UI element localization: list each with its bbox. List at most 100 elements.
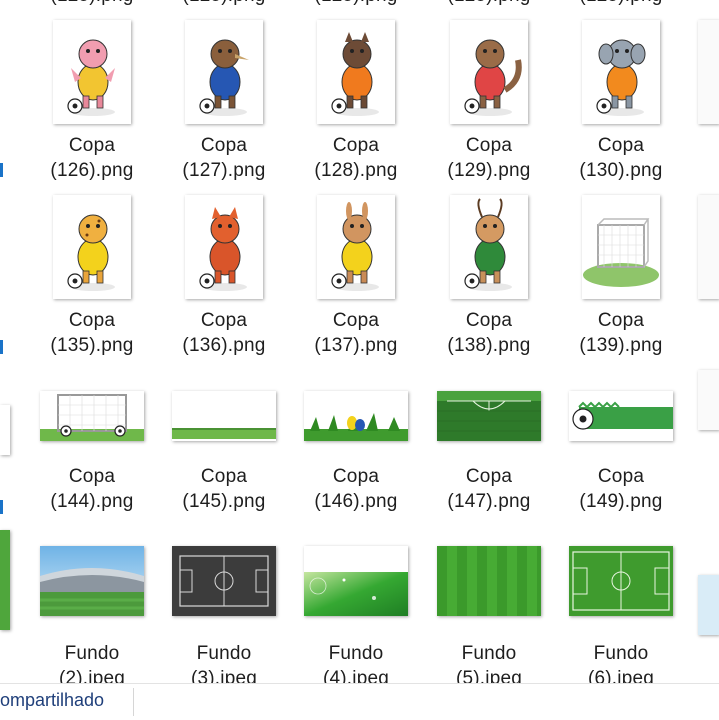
file-name-line2: (129).png [447,160,531,181]
file-name-line1: Copa [597,310,645,331]
fox-mascot-thumbnail [185,195,263,299]
grass-strip-thumbnail [172,391,276,441]
file-name-line2: (146).png [314,491,398,512]
file-item[interactable]: Fundo (6).jpeg [561,526,681,683]
file-name-line1: Copa [68,466,116,487]
file-item[interactable]: Fundo (3).jpeg [164,526,284,683]
file-name-line1: Copa [200,466,248,487]
file-item[interactable]: Copa (126).png [32,15,152,205]
file-name-line1: Fundo [328,643,384,664]
file-name: Fundo (5).jpeg [429,641,549,683]
file-name-line2: (6).jpeg [587,668,655,683]
file-name: Copa (137).png [296,308,416,358]
file-item[interactable]: Copa (147).png [429,352,549,542]
file-name-line1: Copa [465,466,513,487]
boar-mascot-thumbnail [317,20,395,124]
file-item[interactable]: Fundo (4).jpeg [296,526,416,683]
selection-edge-marker [0,163,3,177]
file-item[interactable]: Fundo (2).jpeg [32,526,152,683]
file-name-line1: Copa [332,466,380,487]
elephant-mascot-thumbnail [582,20,660,124]
partial-thumbnail [698,195,719,299]
stadium-photo-thumbnail [40,546,144,616]
green-glitter-thumbnail [304,546,408,616]
file-name: Copa (144).png [32,464,152,514]
file-item[interactable]: Copa (146).png [296,352,416,542]
partial-thumbnail [698,575,719,635]
file-name-line1: Copa [68,310,116,331]
leaves-border-thumbnail [304,391,408,441]
file-name-line2: (4).jpeg [322,668,390,683]
file-name-line2: (149).png [579,491,663,512]
file-name-line2: (128).png [314,160,398,181]
selection-edge-marker [0,340,3,354]
file-name-line1: Fundo [196,643,252,664]
file-name-line2: (147).png [447,491,531,512]
file-name: Copa (126).png [32,133,152,183]
weasel-mascot-thumbnail [450,20,528,124]
antelope-mascot-thumbnail [450,195,528,299]
file-name: Copa (129).png [429,133,549,183]
file-label-partial: (125).png [296,0,416,8]
goal-with-balls-thumbnail [40,391,144,441]
field-lines-thumbnail [437,391,541,441]
field-top-view-thumbnail [569,546,673,616]
file-name: Copa (135).png [32,308,152,358]
file-name-line1: Copa [465,310,513,331]
file-name: Copa (139).png [561,308,681,358]
ball-grass-thumbnail [569,391,673,441]
file-item[interactable]: Copa (149).png [561,352,681,542]
file-name: Copa (127).png [164,133,284,183]
file-name-line1: Copa [332,135,380,156]
file-name: Fundo (3).jpeg [164,641,284,683]
file-name: Copa (130).png [561,133,681,183]
file-name-line2: (130).png [579,160,663,181]
file-name-line1: Fundo [593,643,649,664]
file-item[interactable]: Copa (145).png [164,352,284,542]
file-name: Copa (146).png [296,464,416,514]
file-name: Copa (138).png [429,308,549,358]
goal-watercolor-thumbnail [582,195,660,299]
striped-grass-thumbnail [437,546,541,616]
partial-thumbnail [0,530,10,630]
file-name: Copa (145).png [164,464,284,514]
file-view[interactable]: (125).png (125).png (125).png (125).png (125… [0,0,719,683]
file-name-line1: Copa [200,135,248,156]
file-name: Copa (147).png [429,464,549,514]
file-name-line1: Copa [200,310,248,331]
file-label-partial: (125).png [32,0,152,8]
selection-edge-marker [0,500,3,514]
partial-thumbnail [0,405,10,455]
file-name-line2: (5).jpeg [455,668,523,683]
file-item[interactable]: Copa (129).png [429,15,549,205]
file-name-line1: Copa [597,466,645,487]
file-item[interactable]: Copa (130).png [561,15,681,205]
jaguar-mascot-thumbnail [53,195,131,299]
file-name-line2: (144).png [50,491,134,512]
status-separator [133,688,134,716]
file-name: Copa (136).png [164,308,284,358]
file-name-line1: Fundo [461,643,517,664]
file-item[interactable]: Fundo (5).jpeg [429,526,549,683]
file-item[interactable]: Copa (128).png [296,15,416,205]
file-name-line1: Copa [332,310,380,331]
file-name-line2: (2).jpeg [58,668,126,683]
file-name-line2: (127).png [182,160,266,181]
file-name: Fundo (6).jpeg [561,641,681,683]
file-name: Copa (149).png [561,464,681,514]
file-name-line1: Copa [465,135,513,156]
file-name-line2: (3).jpeg [190,668,258,683]
file-name-line1: Fundo [64,643,120,664]
file-name: Fundo (2).jpeg [32,641,152,683]
flamingo-mascot-thumbnail [53,20,131,124]
file-name: Copa (128).png [296,133,416,183]
file-label-partial: (125).png [561,0,681,8]
status-bar: ompartilhado [0,683,719,720]
file-item[interactable]: Copa (144).png [32,352,152,542]
file-label-partial: (125).png [429,0,549,8]
file-name-line2: (145).png [182,491,266,512]
chalkboard-field-thumbnail [172,546,276,616]
file-item[interactable]: Copa (127).png [164,15,284,205]
partial-thumbnail [698,20,719,124]
file-name-line2: (126).png [50,160,134,181]
